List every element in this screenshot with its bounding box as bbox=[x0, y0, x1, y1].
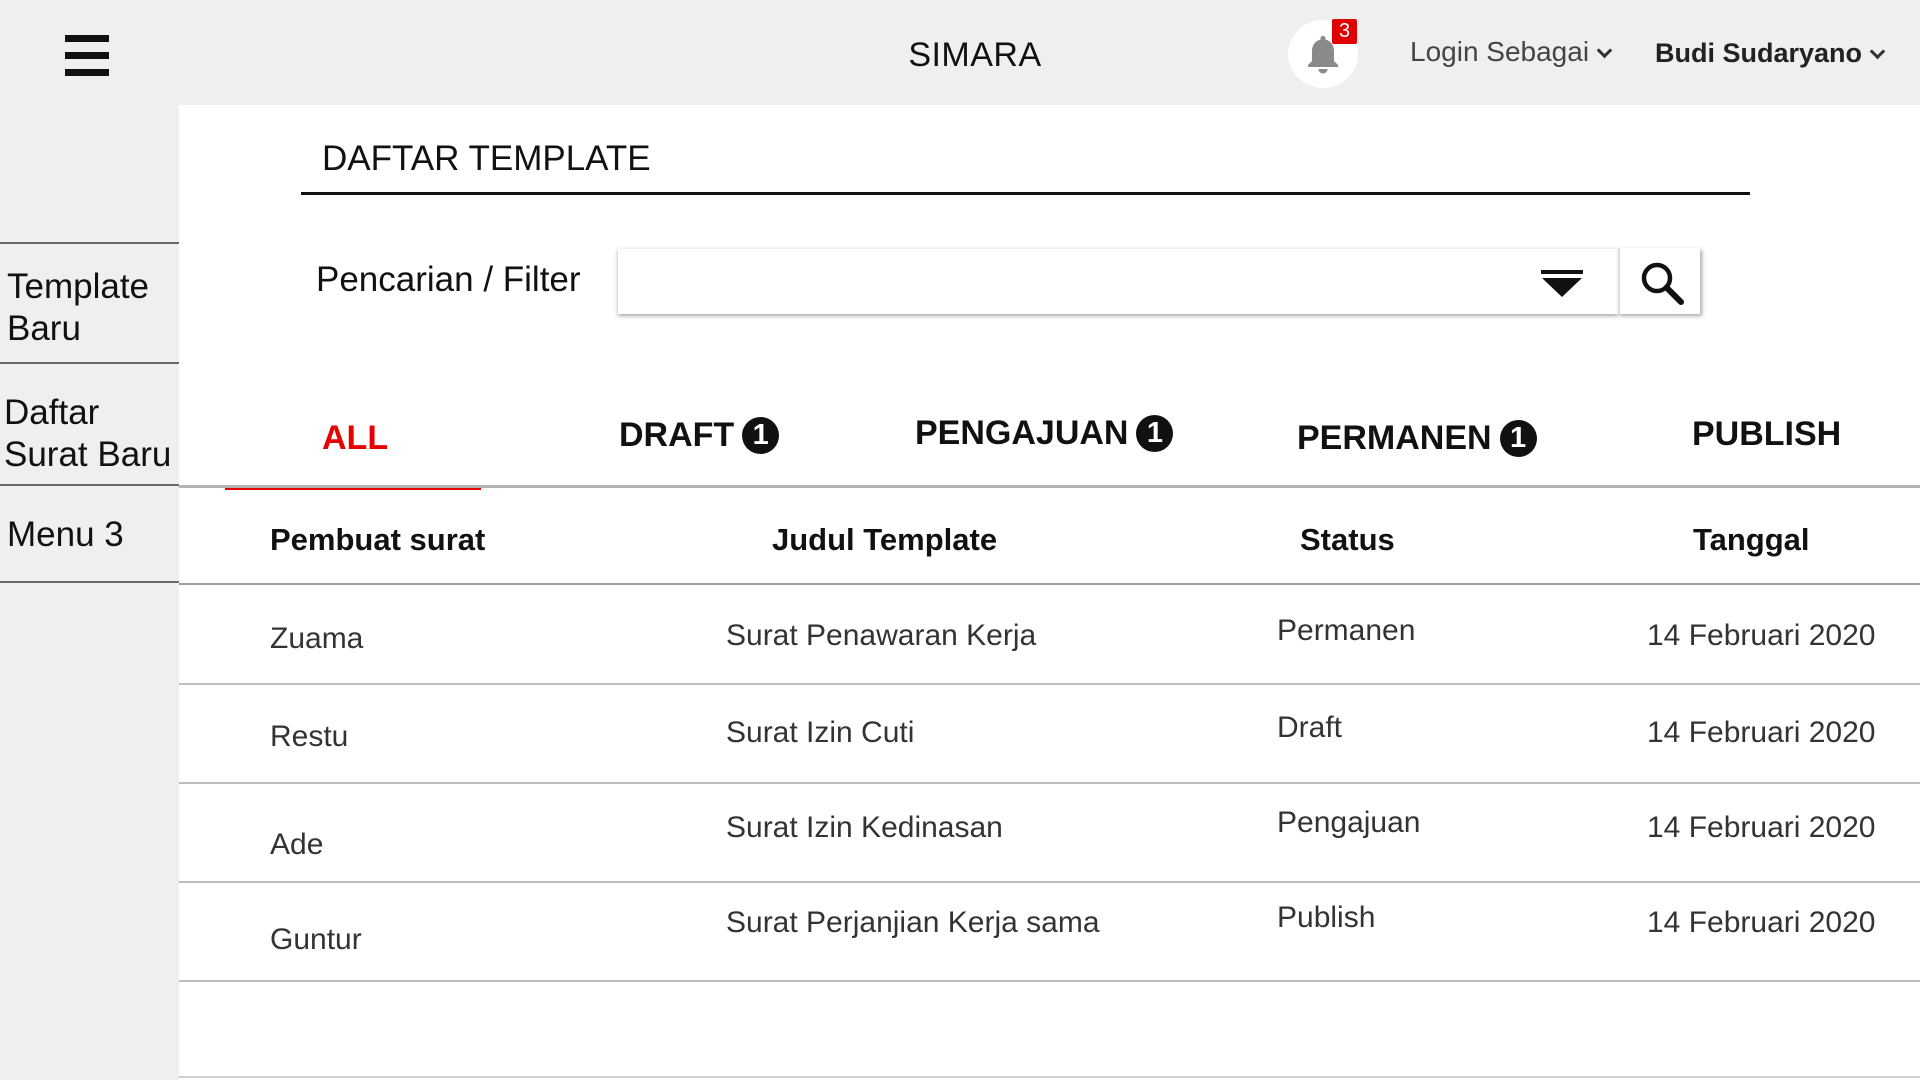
sidebar-item-label: Template Baru bbox=[7, 267, 150, 348]
status-tabs: ALL DRAFT 1 PENGAJUAN 1 PERMANEN 1 PUBLISH bbox=[179, 375, 1920, 492]
page-title: DAFTAR TEMPLATE bbox=[322, 139, 651, 178]
column-header-status[interactable]: Status bbox=[1300, 522, 1395, 558]
tab-count-badge: 1 bbox=[1136, 415, 1174, 452]
tab-label: ALL bbox=[322, 419, 389, 457]
column-header-tanggal[interactable]: Tanggal bbox=[1693, 522, 1810, 558]
cell-author: Restu bbox=[270, 720, 349, 753]
cell-date: 14 Februari 2020 bbox=[1647, 811, 1876, 844]
sidebar-item-daftar-surat-baru[interactable]: Daftar Surat Baru bbox=[0, 362, 179, 484]
filter-input[interactable] bbox=[618, 249, 1618, 315]
cell-status: Permanen bbox=[1277, 614, 1416, 647]
cell-status: Draft bbox=[1277, 711, 1343, 744]
tab-label: PENGAJUAN bbox=[915, 414, 1129, 452]
tab-permanen[interactable]: PERMANEN 1 bbox=[1297, 375, 1547, 490]
cell-author: Zuama bbox=[270, 622, 364, 655]
column-header-judul[interactable]: Judul Template bbox=[772, 522, 997, 558]
cell-title: Surat Izin Kedinasan bbox=[726, 811, 1003, 844]
cell-author: Guntur bbox=[270, 923, 362, 956]
cell-date: 14 Februari 2020 bbox=[1647, 906, 1876, 939]
tab-label: PERMANEN bbox=[1297, 419, 1492, 457]
app-title: SIMARA bbox=[908, 36, 1042, 74]
notification-badge: 3 bbox=[1332, 19, 1357, 44]
cell-title: Surat Izin Cuti bbox=[726, 716, 915, 749]
caret-down-icon[interactable] bbox=[1541, 270, 1583, 298]
top-bar: SIMARA 3 Login Sebagai Budi Sudaryano bbox=[0, 0, 1920, 105]
chevron-down-icon bbox=[1596, 42, 1613, 59]
title-divider bbox=[301, 192, 1750, 195]
column-header-pembuat[interactable]: Pembuat surat bbox=[270, 522, 485, 558]
tab-label: PUBLISH bbox=[1692, 415, 1842, 453]
chevron-down-icon bbox=[1869, 43, 1886, 60]
notification-button[interactable]: 3 bbox=[1288, 19, 1358, 88]
tab-count-badge: 1 bbox=[1499, 420, 1537, 457]
tab-count-badge: 1 bbox=[742, 417, 780, 454]
table-row[interactable]: Guntur Surat Perjanjian Kerja sama Publi… bbox=[179, 883, 1920, 982]
filter-box bbox=[618, 248, 1618, 315]
cell-date: 14 Februari 2020 bbox=[1647, 716, 1876, 749]
sidebar-item-label: Daftar Surat Baru bbox=[4, 393, 172, 474]
sidebar-item-label: Menu 3 bbox=[7, 515, 124, 554]
tab-all[interactable]: ALL bbox=[225, 375, 481, 490]
user-menu-dropdown[interactable]: Budi Sudaryano bbox=[1655, 38, 1886, 69]
main-content: DAFTAR TEMPLATE Pencarian / Filter ALL D… bbox=[179, 105, 1920, 1080]
login-as-label: Login Sebagai bbox=[1410, 36, 1590, 67]
search-button[interactable] bbox=[1618, 248, 1700, 314]
tab-draft[interactable]: DRAFT 1 bbox=[619, 375, 799, 490]
cell-status: Publish bbox=[1277, 901, 1376, 934]
cell-status: Pengajuan bbox=[1277, 806, 1421, 839]
sidebar-item-template-baru[interactable]: Template Baru bbox=[0, 242, 179, 362]
table-row[interactable]: Ade Surat Izin Kedinasan Pengajuan 14 Fe… bbox=[179, 784, 1920, 883]
cell-title: Surat Perjanjian Kerja sama bbox=[726, 906, 1100, 939]
user-name: Budi Sudaryano bbox=[1655, 38, 1863, 68]
cell-date: 14 Februari 2020 bbox=[1647, 619, 1876, 652]
cell-author: Ade bbox=[270, 828, 324, 861]
tab-pengajuan[interactable]: PENGAJUAN 1 bbox=[915, 375, 1175, 490]
tab-label: DRAFT bbox=[619, 416, 735, 454]
tab-publish[interactable]: PUBLISH bbox=[1692, 375, 1842, 490]
cell-title: Surat Penawaran Kerja bbox=[726, 619, 1037, 652]
login-as-dropdown[interactable]: Login Sebagai bbox=[1410, 36, 1613, 68]
table-row[interactable]: Restu Surat Izin Cuti Draft 14 Februari … bbox=[179, 685, 1920, 784]
filter-label: Pencarian / Filter bbox=[316, 260, 581, 299]
sidebar: Template Baru Daftar Surat Baru Menu 3 bbox=[0, 105, 179, 1080]
search-icon bbox=[1641, 262, 1684, 305]
table-header: Pembuat surat Judul Template Status Tang… bbox=[179, 488, 1920, 585]
table-row[interactable]: Zuama Surat Penawaran Kerja Permanen 14 … bbox=[179, 586, 1920, 685]
table-bottom-divider bbox=[179, 1076, 1920, 1078]
hamburger-icon[interactable] bbox=[65, 35, 109, 77]
sidebar-item-menu-3[interactable]: Menu 3 bbox=[0, 484, 179, 583]
